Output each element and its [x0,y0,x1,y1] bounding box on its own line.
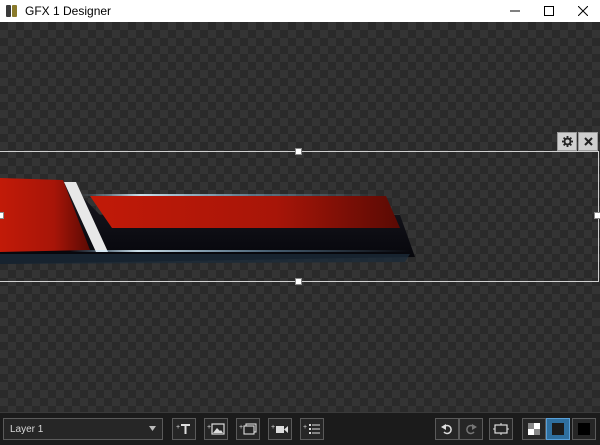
selection-box[interactable] [0,148,600,285]
add-text-icon: + [176,424,190,434]
title-bar: GFX 1 Designer [0,0,600,23]
layer-select-value: Layer 1 [10,423,44,435]
add-image-icon: + [207,423,225,435]
add-text-button[interactable]: + [172,418,196,440]
maximize-icon [544,6,554,16]
svg-text:+: + [239,424,243,431]
black-background-button[interactable] [572,418,596,440]
resize-handle-top[interactable] [295,148,302,155]
layer-remove-button[interactable] [578,132,598,151]
add-slideshow-button[interactable]: + [236,418,260,440]
resize-handle-right[interactable] [594,212,600,219]
black-background-icon [578,423,590,435]
add-list-button[interactable]: + [300,418,324,440]
svg-text:+: + [271,424,275,431]
add-video-button[interactable]: + [268,418,292,440]
gear-icon [561,136,573,147]
minimize-button[interactable] [498,0,532,22]
undo-icon [441,424,452,435]
resize-handle-bottom[interactable] [295,278,302,285]
undo-button[interactable] [435,418,459,440]
close-button[interactable] [566,0,600,22]
maximize-button[interactable] [532,0,566,22]
layer-select[interactable]: Layer 1 [3,418,163,440]
bottom-toolbar: Layer 1 + + + + + [0,412,600,445]
add-video-icon: + [271,424,288,433]
svg-text:+: + [207,424,211,431]
layer-tools [557,132,598,151]
svg-text:+: + [303,424,307,431]
window-controls [498,0,600,22]
layer-settings-button[interactable] [557,132,577,151]
resize-handle-left[interactable] [0,212,4,219]
add-list-icon: + [303,424,320,434]
app-icon [6,4,18,18]
transparent-background-button[interactable] [522,418,546,440]
svg-text:+: + [176,424,180,431]
redo-icon [466,424,477,435]
minimize-icon [510,10,520,12]
add-image-button[interactable]: + [204,418,228,440]
safe-area-icon [493,423,509,435]
chevron-down-icon [149,426,156,431]
blue-background-button[interactable] [546,418,570,440]
safe-area-button[interactable] [489,418,513,440]
redo-button[interactable] [459,418,483,440]
blue-background-icon [552,423,564,435]
close-icon [578,6,588,16]
close-icon [583,137,593,146]
add-slideshow-icon: + [239,423,257,435]
design-canvas[interactable] [0,22,600,412]
window-title: GFX 1 Designer [25,4,112,18]
transparent-background-icon [528,423,540,435]
